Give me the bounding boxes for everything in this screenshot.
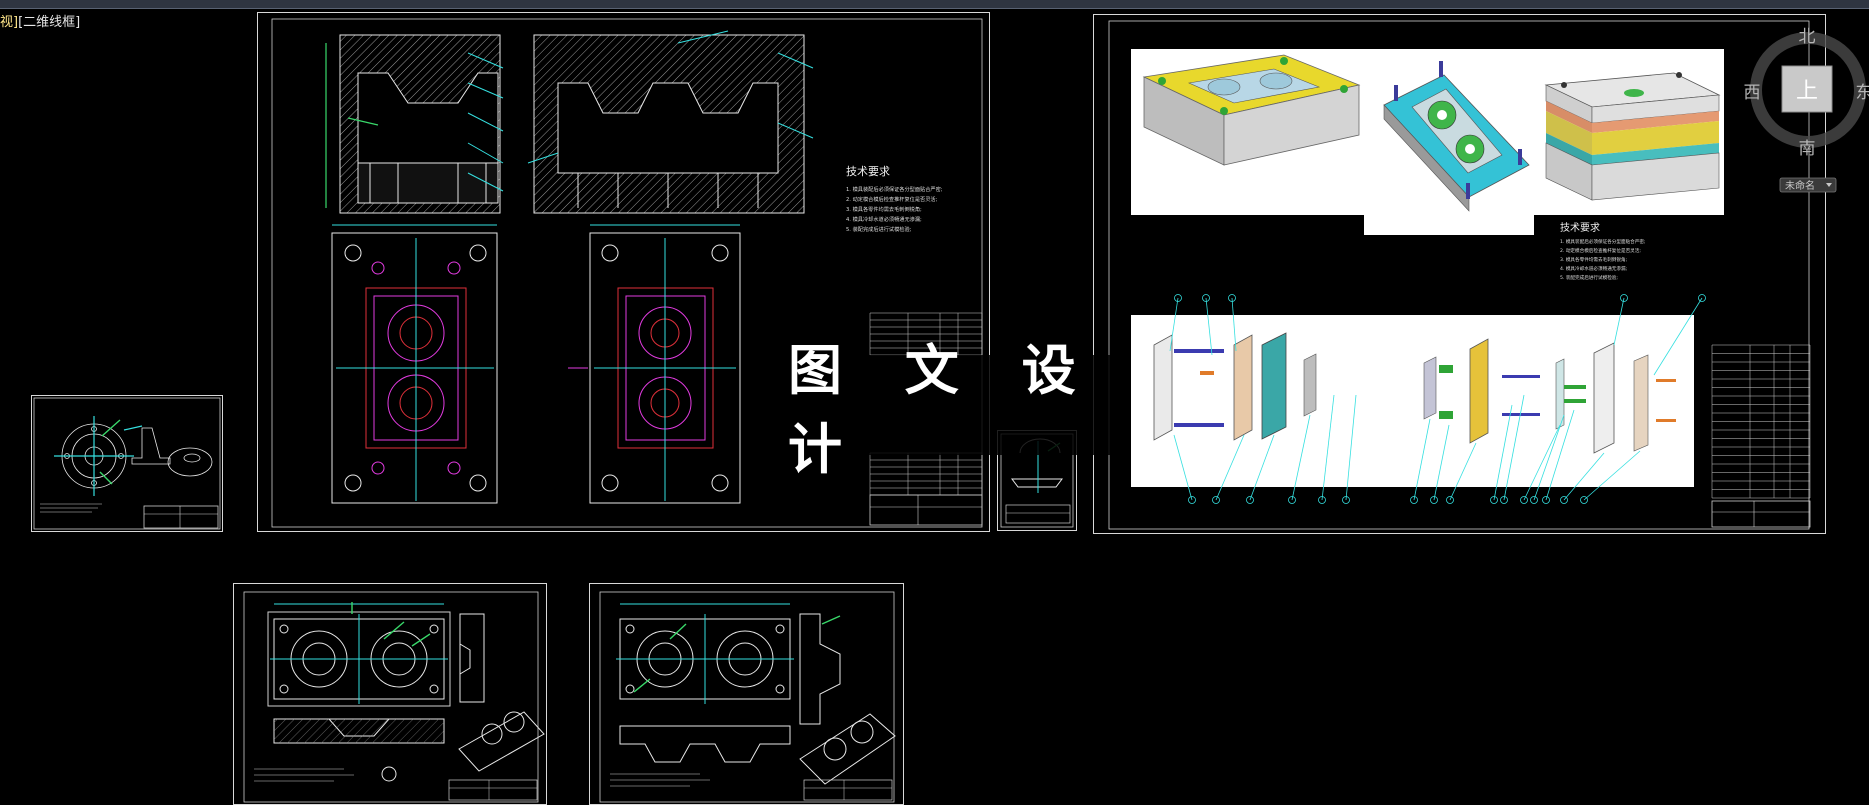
assembly-tech-line-4: 4. 模具冷却水道必须畅通无渗漏; (846, 215, 922, 223)
plan-view-left (331, 224, 498, 504)
exploded-tech-line-5: 5. 装配完成后进行试模检验; (1560, 274, 1618, 281)
wcs-label[interactable]: 未命名 (1785, 179, 1815, 192)
viewcube-north[interactable]: 北 (1799, 27, 1816, 47)
assembly-tech-line-3: 3. 模具各零件均需去毛刺倒锐角; (846, 205, 922, 213)
assembly-tech-title: 技术要求 (846, 165, 890, 178)
view-mode-prefix[interactable]: 视] (0, 15, 18, 30)
sheet-moving-plate[interactable] (589, 583, 904, 805)
exploded-tech-line-2: 2. 动定模合模后检查推杆复位是否灵活; (1560, 247, 1641, 254)
viewcube-top-label[interactable]: 上 (1796, 79, 1818, 104)
viewport-label[interactable]: 视][二维线框] (0, 11, 80, 30)
exploded-tech-line-4: 4. 模具冷却水道必须畅通无渗漏; (1560, 265, 1628, 272)
fixed-plate-drawing (243, 591, 545, 803)
section-view-left (325, 34, 504, 214)
plan-view-right (568, 224, 741, 504)
bom-table-right (1711, 344, 1811, 499)
sheet-fixed-plate[interactable] (233, 583, 547, 805)
viewcube[interactable]: 上 北 南 西 东 未命名 (1742, 22, 1869, 197)
viewcube-west[interactable]: 西 (1744, 83, 1761, 103)
exploded-3d-drawing: 技术要求 1. 模具装配后必须保证各分型面贴合严密; 2. 动定模合模后检查推杆… (1108, 20, 1811, 530)
moving-plate-drawing (599, 591, 896, 803)
watermark-text: 图 文 设 计 (788, 338, 1098, 481)
render-mold-layered (1544, 72, 1721, 201)
exploded-tech-title: 技术要求 (1560, 221, 1600, 234)
sheet-3d-exploded[interactable]: 技术要求 1. 模具装配后必须保证各分型面贴合严密; 2. 动定模合模后检查推杆… (1093, 14, 1826, 534)
exploded-tech-line-3: 3. 模具各零件均需去毛刺倒锐角; (1560, 256, 1628, 263)
section-view-right (527, 30, 814, 214)
assembly-tech-line-1: 1. 模具装配后必须保证各分型面贴合严密; (846, 185, 943, 193)
part-small-drawing (33, 397, 221, 530)
assembly-tech-line-2: 2. 动定模合模后检查推杆复位是否灵活; (846, 195, 938, 203)
viewcube-east[interactable]: 东 (1856, 83, 1869, 103)
sheet-part-small[interactable] (31, 395, 223, 532)
toolbar-strip[interactable] (0, 0, 1869, 9)
viewcube-south[interactable]: 南 (1799, 139, 1816, 159)
assembly-tech-line-5: 5. 装配完成后进行试模检验; (846, 225, 912, 233)
exploded-tech-line-1: 1. 模具装配后必须保证各分型面贴合严密; (1560, 238, 1646, 245)
visual-style-label[interactable]: [二维线框] (18, 15, 80, 30)
watermark-overlay: 图 文 设 计 (788, 338, 1118, 481)
